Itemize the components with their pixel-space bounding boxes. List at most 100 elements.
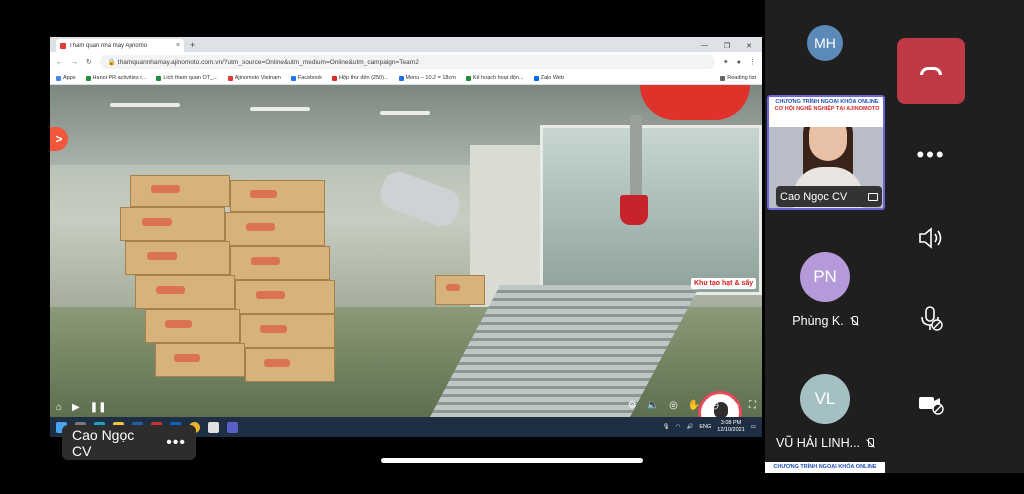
more-options-icon[interactable]: ••• (166, 434, 186, 452)
app-icon[interactable] (208, 421, 219, 433)
next-participant-preview[interactable]: CHƯƠNG TRÌNH NGOẠI KHÓA ONLINE (765, 462, 885, 473)
banner-line-2: CƠ HỘI NGHỀ NGHIỆP TẠI AJINOMOTO (774, 105, 880, 112)
active-speaker-video[interactable]: CHƯƠNG TRÌNH NGOẠI KHÓA ONLINE CƠ HỘI NG… (767, 95, 885, 210)
bookmark-item[interactable]: Hộp thư đến (250)... (331, 75, 389, 81)
language-indicator[interactable]: ENG (699, 424, 711, 430)
browser-toolbar: ← → ↻ 🔒 thamquannhamay.ajinomoto.com.vn/… (50, 52, 762, 72)
pause-icon[interactable]: ❚❚ (90, 402, 107, 413)
factory-tour-video[interactable]: > Khu tạo hạt & sấy ⌂ ▶ ❚❚ ⚙ 🔈 ◎ ✋ ◷ ⤴ ⛶ (50, 85, 762, 417)
mute-button[interactable] (897, 285, 965, 351)
timer-icon[interactable]: ◷ (710, 400, 719, 415)
robot-gripper (620, 195, 648, 225)
reading-list-icon (720, 75, 726, 81)
apps-icon (56, 75, 61, 81)
bookmark-item[interactable]: Menu – 10.2 = 18cm (398, 75, 456, 81)
participant-name-row: VŨ HẢI LINH... (775, 436, 875, 450)
bookmark-apps[interactable]: Apps (56, 75, 76, 81)
wifi-icon[interactable]: ◠ (676, 424, 681, 430)
speaker-tray-icon[interactable]: 🔊 (686, 424, 693, 430)
bookmark-item[interactable]: Hanoi PR activities r... (85, 75, 146, 81)
bookmark-item[interactable]: Kế hoạch hoạt độn... (465, 75, 524, 81)
clock[interactable]: 3:08 PM 12/10/2021 (717, 420, 745, 433)
end-call-button[interactable] (897, 38, 965, 104)
clock-date: 12/10/2021 (717, 427, 745, 433)
area-label[interactable]: Khu tạo hạt & sấy (691, 278, 757, 289)
bookmark-icon (227, 75, 233, 81)
forward-icon[interactable]: → (71, 59, 78, 66)
carton-box (230, 246, 330, 280)
participant-name-row: Phùng K. (792, 314, 858, 328)
browser-tab[interactable]: Tham quan nhà máy Ajinomo × (56, 39, 184, 52)
video-participant-name: Cao Ngọc CV (780, 190, 848, 203)
participant-tile-pn[interactable]: PN Phùng K. (765, 252, 885, 372)
mic-off-icon (921, 306, 943, 331)
bookmark-icon (465, 75, 471, 81)
close-window-icon[interactable]: ✕ (746, 42, 752, 50)
profile-avatar[interactable]: ● (737, 59, 741, 66)
notification-icon[interactable]: ▭ (751, 424, 756, 430)
participants-panel: MH PN Phùng K. VL VŨ HẢI LINH... (765, 0, 885, 473)
vr-icon[interactable]: ◎ (669, 400, 678, 415)
carton-box (125, 241, 230, 275)
speaker-button[interactable] (897, 205, 965, 271)
participant-tile-vl[interactable]: VL VŨ HẢI LINH... (765, 374, 885, 494)
zalo-icon (533, 75, 539, 81)
volume-icon[interactable]: 🔈 (647, 400, 659, 415)
browser-menu-icon[interactable]: ⋮ (749, 58, 756, 66)
video-controls-right: ⚙ 🔈 ◎ ✋ ◷ ⤴ ⛶ (628, 400, 756, 415)
mic-muted-icon (866, 437, 875, 449)
bookmark-item[interactable]: Zalo Web (533, 75, 564, 81)
call-controls: ••• (885, 0, 1024, 473)
clock-time: 3:08 PM (720, 420, 742, 427)
participant-name: Phùng K. (792, 314, 844, 328)
phone-hangup-icon (920, 67, 942, 75)
address-bar[interactable]: 🔒 thamquannhamay.ajinomoto.com.vn/?utm_s… (99, 55, 715, 69)
shared-screen: Tham quan nhà máy Ajinomo × + — ❐ ✕ ← → … (50, 37, 762, 437)
share-icon[interactable]: ⤴ (729, 400, 739, 415)
mic-muted-icon (850, 315, 858, 327)
browser-tab-strip: Tham quan nhà máy Ajinomo × + — ❐ ✕ (50, 37, 762, 52)
home-indicator[interactable] (381, 458, 643, 463)
bookmark-icon (398, 75, 404, 81)
camera-button[interactable] (897, 370, 965, 436)
event-banner: CHƯƠNG TRÌNH NGOẠI KHÓA ONLINE CƠ HỘI NG… (769, 97, 883, 127)
minimize-icon[interactable]: — (701, 42, 708, 50)
back-icon[interactable]: ← (56, 59, 63, 66)
play-icon[interactable]: ▶ (72, 402, 80, 413)
camera-off-icon (919, 397, 944, 415)
teams-icon[interactable] (227, 421, 238, 433)
avatar: MH (807, 25, 843, 61)
video-name-label: Cao Ngọc CV (776, 186, 882, 207)
carton-box (225, 212, 325, 246)
tab-favicon-icon (60, 42, 66, 49)
carton-box (435, 275, 485, 305)
participant-name: VŨ HẢI LINH... (775, 436, 861, 450)
carton-box (240, 314, 335, 348)
maximize-icon[interactable]: ❐ (724, 42, 730, 50)
reload-icon[interactable]: ↻ (86, 58, 92, 66)
extensions-icon[interactable]: ✦ (723, 58, 729, 66)
banner-line-1: CHƯƠNG TRÌNH NGOẠI KHÓA ONLINE (775, 99, 879, 105)
tab-close-icon[interactable]: × (176, 42, 180, 49)
video-controls: ⌂ ▶ ❚❚ ⚙ 🔈 ◎ ✋ ◷ ⤴ ⛶ (50, 397, 762, 417)
bookmark-item[interactable]: Facebook (290, 75, 322, 81)
reading-list[interactable]: Reading list (720, 75, 756, 81)
carton-box (235, 280, 335, 314)
bookmark-item[interactable]: Lich tham quan OT_... (156, 75, 218, 81)
mic-tray-icon[interactable]: 🎙 (663, 424, 670, 430)
new-tab-button[interactable]: + (190, 40, 195, 50)
bookmarks-bar: Apps Hanoi PR activities r... Lich tham … (50, 72, 762, 85)
bookmark-item[interactable]: Ajinomoto Vietnam (227, 75, 281, 81)
carton-box (245, 348, 335, 382)
meeting-window: Tham quan nhà máy Ajinomo × + — ❐ ✕ ← → … (0, 0, 1024, 473)
hand-icon[interactable]: ✋ (688, 400, 700, 415)
more-actions-button[interactable]: ••• (897, 122, 965, 188)
home-icon[interactable]: ⌂ (56, 402, 62, 413)
settings-icon[interactable]: ⚙ (628, 400, 637, 415)
avatar: PN (800, 252, 850, 302)
ceiling-light (110, 103, 180, 107)
avatar: VL (800, 374, 850, 424)
fullscreen-icon[interactable]: ⛶ (749, 400, 756, 415)
carton-box (135, 275, 235, 309)
presenter-name-bar[interactable]: Cao Ngọc CV ••• (62, 425, 196, 460)
